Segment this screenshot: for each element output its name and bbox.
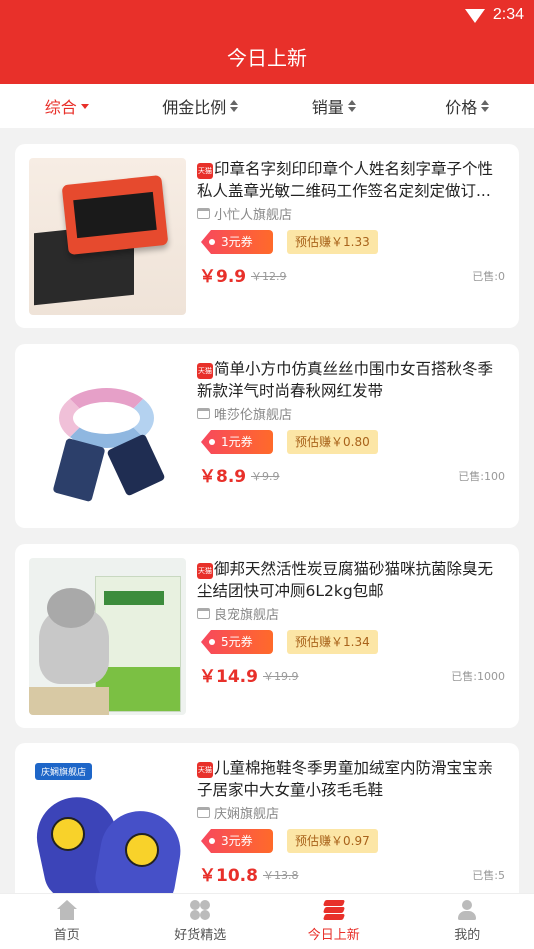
stamp-face-shape xyxy=(73,191,157,239)
shop-icon xyxy=(197,408,210,419)
coupon-badge[interactable]: 3元券 xyxy=(201,829,273,853)
shop-icon xyxy=(197,608,210,619)
page-title: 今日上新 xyxy=(227,46,307,70)
sold-count: 已售:100 xyxy=(458,470,505,483)
shop-name[interactable]: 唯莎伦旗舰店 xyxy=(197,404,292,423)
nav-featured[interactable]: 好货精选 xyxy=(134,894,268,949)
product-title-text: 儿童棉拖鞋冬季男童加绒室内防滑宝宝亲子居家中大女童小孩毛毛鞋 xyxy=(197,759,494,799)
product-title-text: 御邦天然活性炭豆腐猫砂猫咪抗菌除臭无尘结团快可冲厕6L2kg包邮 xyxy=(197,560,494,600)
sort-label: 综合 xyxy=(44,98,77,117)
nav-label: 首页 xyxy=(53,928,80,943)
sort-bar: 综合 佣金比例 销量 价格 xyxy=(0,84,534,128)
caret-down-icon xyxy=(80,103,89,109)
estimated-earnings-badge: 预估赚￥0.80 xyxy=(287,430,378,454)
sort-price[interactable]: 价格 xyxy=(401,94,534,118)
product-title[interactable]: 天猫 简单小方巾仿真丝丝巾围巾女百搭秋冬季新款洋气时尚春秋网红发带 xyxy=(197,358,507,402)
sort-label: 销量 xyxy=(311,98,344,117)
coupon-badge[interactable]: 1元券 xyxy=(201,430,273,454)
status-time: 2:34 xyxy=(492,6,524,23)
original-price: ￥13.8 xyxy=(263,869,299,882)
shop-name-text: 庆娴旗舰店 xyxy=(214,807,280,822)
coupon-badge[interactable]: 3元券 xyxy=(201,230,273,254)
product-price: ￥9.9 xyxy=(199,267,247,287)
product-price: ￥10.8 xyxy=(199,866,258,886)
smiley-icon xyxy=(125,833,159,867)
scarf-tail-shape xyxy=(52,437,106,503)
sort-label: 价格 xyxy=(445,98,478,117)
nav-new-today[interactable]: 今日上新 xyxy=(267,894,401,949)
estimated-earnings-badge: 预估赚￥0.97 xyxy=(287,829,378,853)
nav-label: 好货精选 xyxy=(174,928,227,943)
tmall-badge-icon: 天猫 xyxy=(197,563,213,579)
home-icon xyxy=(56,900,78,920)
user-icon xyxy=(456,900,478,920)
nav-label: 今日上新 xyxy=(307,928,360,943)
product-image[interactable] xyxy=(29,358,186,515)
original-price: ￥19.9 xyxy=(263,670,299,683)
cat-litter-shape xyxy=(29,687,109,715)
cat-face-shape xyxy=(47,588,95,628)
sold-count: 已售:5 xyxy=(472,869,505,882)
coupon-badge[interactable]: 5元券 xyxy=(201,630,273,654)
smiley-icon xyxy=(51,817,85,851)
original-price: ￥12.9 xyxy=(251,270,287,283)
layers-icon xyxy=(322,900,345,920)
shop-name[interactable]: 庆娴旗舰店 xyxy=(197,803,279,822)
sold-count: 已售:1000 xyxy=(451,670,505,683)
product-title[interactable]: 天猫 儿童棉拖鞋冬季男童加绒室内防滑宝宝亲子居家中大女童小孩毛毛鞋 xyxy=(197,757,507,801)
product-title[interactable]: 天猫 印章名字刻印印章个人姓名刻字章子个性私人盖章光敏二维码工作签名定刻定做订..… xyxy=(197,158,507,202)
product-card[interactable]: 天猫 简单小方巾仿真丝丝巾围巾女百搭秋冬季新款洋气时尚春秋网红发带 唯莎伦旗舰店 … xyxy=(15,344,519,528)
shop-name[interactable]: 良宠旗舰店 xyxy=(197,604,279,623)
shop-name-text: 小忙人旗舰店 xyxy=(214,208,293,223)
product-price: ￥8.9 xyxy=(199,467,247,487)
nav-home[interactable]: 首页 xyxy=(0,894,134,949)
tmall-badge-icon: 天猫 xyxy=(197,363,213,379)
image-shop-badge: 庆娴旗舰店 xyxy=(35,763,93,780)
shop-name-text: 良宠旗舰店 xyxy=(214,608,280,623)
product-title-text: 简单小方巾仿真丝丝巾围巾女百搭秋冬季新款洋气时尚春秋网红发带 xyxy=(197,360,494,400)
sort-arrows-icon xyxy=(347,100,356,112)
tmall-badge-icon: 天猫 xyxy=(197,762,213,778)
sort-commission[interactable]: 佣金比例 xyxy=(134,94,268,118)
status-bar: 2:34 xyxy=(464,4,524,26)
estimated-earnings-badge: 预估赚￥1.33 xyxy=(287,230,378,254)
stamp-body-shape xyxy=(61,174,169,256)
product-card[interactable]: 天猫 御邦天然活性炭豆腐猫砂猫咪抗菌除臭无尘结团快可冲厕6L2kg包邮 良宠旗舰店… xyxy=(15,544,519,728)
shop-icon xyxy=(197,208,210,219)
bottom-nav: 首页 好货精选 今日上新 我的 xyxy=(0,893,534,949)
product-image[interactable] xyxy=(29,558,186,715)
sort-label: 佣金比例 xyxy=(162,98,227,117)
bag-logo-shape xyxy=(104,591,164,605)
product-title-text: 印章名字刻印印章个人姓名刻字章子个性私人盖章光敏二维码工作签名定刻定做订... xyxy=(197,160,494,200)
sold-count: 已售:0 xyxy=(472,270,505,283)
nav-label: 我的 xyxy=(454,928,481,943)
sort-arrows-icon xyxy=(481,100,490,112)
product-title[interactable]: 天猫 御邦天然活性炭豆腐猫砂猫咪抗菌除臭无尘结团快可冲厕6L2kg包邮 xyxy=(197,558,507,602)
wifi-icon xyxy=(464,9,485,23)
sort-sales[interactable]: 销量 xyxy=(267,94,401,118)
app-header: 2:34 今日上新 xyxy=(0,0,534,84)
original-price: ￥9.9 xyxy=(251,470,280,483)
sort-comprehensive[interactable]: 综合 xyxy=(0,94,134,118)
sort-arrows-icon xyxy=(230,100,239,112)
product-price: ￥14.9 xyxy=(199,667,258,687)
estimated-earnings-badge: 预估赚￥1.34 xyxy=(287,630,378,654)
shop-name[interactable]: 小忙人旗舰店 xyxy=(197,204,292,223)
tmall-badge-icon: 天猫 xyxy=(197,163,213,179)
product-image[interactable] xyxy=(29,158,186,315)
product-card[interactable]: 天猫 印章名字刻印印章个人姓名刻字章子个性私人盖章光敏二维码工作签名定刻定做订..… xyxy=(15,144,519,328)
clover-icon xyxy=(189,900,211,920)
shop-icon xyxy=(197,807,210,818)
nav-profile[interactable]: 我的 xyxy=(401,894,534,949)
product-image[interactable]: 庆娴旗舰店 xyxy=(29,757,186,914)
shop-name-text: 唯莎伦旗舰店 xyxy=(214,408,293,423)
